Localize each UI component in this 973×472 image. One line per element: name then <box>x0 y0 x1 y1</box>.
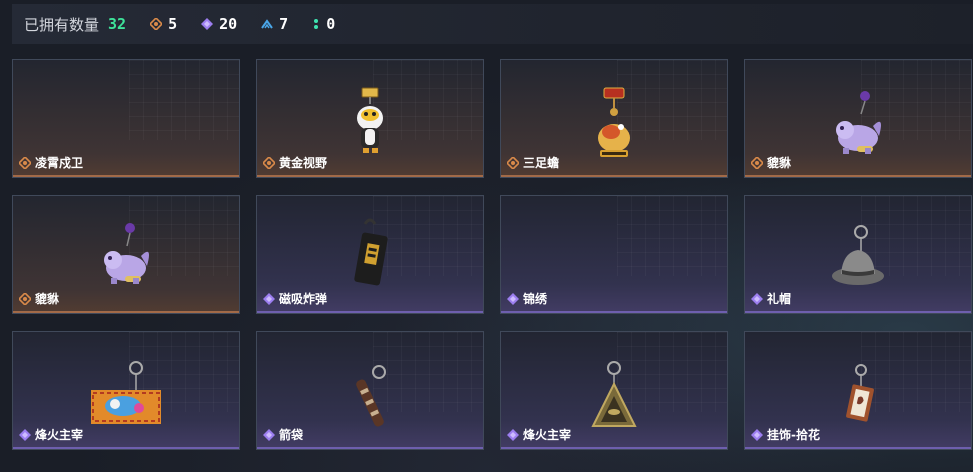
orange-rarity-icon <box>507 156 519 169</box>
hat-keychain-icon <box>832 225 884 285</box>
rarity-line <box>745 175 971 177</box>
pixiu-keychain-icon <box>836 91 881 154</box>
item-name-text: 三足蟾 <box>523 156 560 170</box>
owned-count-label: 已拥有数量 <box>24 15 100 34</box>
rarity-line <box>501 175 727 177</box>
penguin-keychain-icon <box>357 87 383 153</box>
item-name: 貔貅 <box>751 154 791 171</box>
blue-chevron-icon <box>261 19 273 29</box>
item-name: 貔貅 <box>19 290 59 307</box>
card-pattern <box>129 60 239 140</box>
item-card[interactable]: 烽火主宰 <box>500 331 728 450</box>
stat-blue: 7 <box>261 15 288 33</box>
orange-rarity-icon <box>751 156 763 169</box>
rarity-line <box>13 175 239 177</box>
stat-orange: 5 <box>150 15 177 33</box>
rarity-line <box>501 447 727 449</box>
frame-keychain-icon <box>846 364 874 422</box>
item-name: 凌霄戍卫 <box>19 154 83 171</box>
bomb-keychain-icon <box>354 218 388 286</box>
green-dots-icon <box>314 19 319 29</box>
item-name-text: 貔貅 <box>767 156 792 170</box>
item-card[interactable]: 貔貅 <box>744 59 972 178</box>
toad-keychain-icon <box>598 87 630 157</box>
purple-rarity-icon <box>19 428 31 441</box>
item-card[interactable]: 礼帽 <box>744 195 972 314</box>
item-name: 挂饰-拾花 <box>751 426 820 443</box>
stat-purple: 20 <box>201 15 237 33</box>
purple-rarity-icon <box>507 292 519 305</box>
item-name-text: 貔貅 <box>35 292 60 306</box>
purple-rarity-icon <box>507 428 519 441</box>
item-name-text: 挂饰-拾花 <box>767 428 820 442</box>
item-card[interactable]: 凌霄戍卫 <box>12 59 240 178</box>
item-name: 礼帽 <box>751 290 791 307</box>
item-card[interactable]: 貔貅 <box>12 195 240 314</box>
item-name-text: 锦绣 <box>523 292 548 306</box>
item-name-text: 烽火主宰 <box>35 428 84 442</box>
item-name: 烽火主宰 <box>19 426 83 443</box>
rarity-line <box>257 447 483 449</box>
item-card[interactable]: 挂饰-拾花 <box>744 331 972 450</box>
rarity-line <box>13 447 239 449</box>
stat-orange-count: 5 <box>168 15 178 33</box>
stat-blue-count: 7 <box>279 15 289 33</box>
orange-diamond-icon <box>150 18 163 30</box>
inventory-summary-bar: 已拥有数量 32 5 20 7 0 <box>12 4 973 44</box>
purple-rarity-icon <box>751 292 763 305</box>
item-name-text: 磁吸炸弹 <box>279 292 328 306</box>
item-name-text: 箭袋 <box>279 428 304 442</box>
item-card[interactable]: 箭袋 <box>256 331 484 450</box>
rarity-line <box>257 311 483 313</box>
quiver-keychain-icon <box>356 365 386 427</box>
stat-purple-count: 20 <box>219 15 238 33</box>
orange-rarity-icon <box>19 292 31 305</box>
rarity-line <box>501 311 727 313</box>
purple-rarity-icon <box>751 428 763 441</box>
stat-green-count: 0 <box>326 15 336 33</box>
item-card[interactable]: 黄金视野 <box>256 59 484 178</box>
item-card[interactable]: 烽火主宰 <box>12 331 240 450</box>
item-name-text: 礼帽 <box>767 292 792 306</box>
item-name: 黄金视野 <box>263 154 327 171</box>
purple-rarity-icon <box>263 428 275 441</box>
item-name: 烽火主宰 <box>507 426 571 443</box>
pixiu-keychain-icon <box>104 223 149 284</box>
item-name: 三足蟾 <box>507 154 559 171</box>
item-name: 箭袋 <box>263 426 303 443</box>
item-name: 锦绣 <box>507 290 547 307</box>
banner-keychain-icon <box>91 361 161 424</box>
rarity-line <box>257 175 483 177</box>
item-card[interactable]: 三足蟾 <box>500 59 728 178</box>
purple-diamond-icon <box>201 18 214 30</box>
orange-rarity-icon <box>263 156 275 169</box>
card-pattern <box>617 196 727 276</box>
item-card[interactable]: 锦绣 <box>500 195 728 314</box>
item-name-text: 烽火主宰 <box>523 428 572 442</box>
item-grid: 凌霄戍卫 黄金视野 三足蟾 貔貅 貔貅 磁吸炸弹 锦绣 礼帽 烽火主宰 箭袋 烽… <box>12 59 972 450</box>
item-card[interactable]: 磁吸炸弹 <box>256 195 484 314</box>
purple-rarity-icon <box>263 292 275 305</box>
owned-count-total: 32 <box>108 15 127 33</box>
item-name-text: 凌霄戍卫 <box>35 156 84 170</box>
item-name: 磁吸炸弹 <box>263 290 327 307</box>
rarity-line <box>745 311 971 313</box>
rarity-line <box>745 447 971 449</box>
item-name-text: 黄金视野 <box>279 156 328 170</box>
orange-rarity-icon <box>19 156 31 169</box>
pyramid-keychain-icon <box>591 361 637 427</box>
rarity-line <box>13 311 239 313</box>
stat-green: 0 <box>312 15 335 33</box>
